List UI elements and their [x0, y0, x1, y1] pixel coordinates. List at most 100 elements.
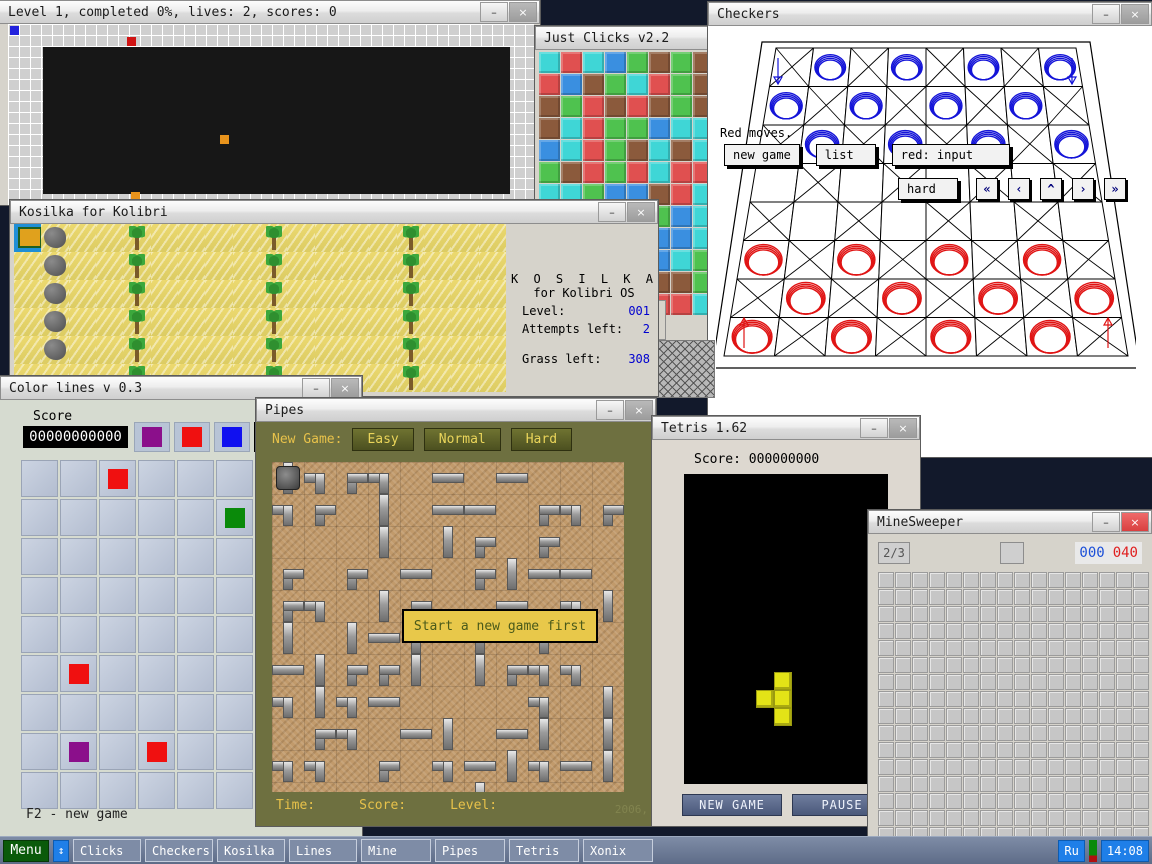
lines-cell[interactable]: [60, 694, 97, 731]
minesweeper-cell[interactable]: [1133, 776, 1149, 792]
minesweeper-cell[interactable]: [1048, 606, 1064, 622]
minesweeper-cell[interactable]: [1133, 742, 1149, 758]
minesweeper-cell[interactable]: [1133, 657, 1149, 673]
minesweeper-cell[interactable]: [895, 623, 911, 639]
tetris-titlebar[interactable]: Tetris 1.62 – ×: [652, 416, 920, 440]
clicks-cell[interactable]: [671, 118, 692, 139]
pipe-elbow[interactable]: [603, 505, 624, 515]
minesweeper-cell[interactable]: [980, 810, 996, 826]
checkers-window-buttons[interactable]: – ×: [1092, 4, 1149, 24]
minesweeper-cell[interactable]: [946, 606, 962, 622]
minesweeper-cell[interactable]: [878, 708, 894, 724]
minesweeper-cell[interactable]: [929, 657, 945, 673]
kosilka-tile[interactable]: [233, 308, 260, 336]
kosilka-tile[interactable]: [451, 308, 478, 336]
kosilka-tile[interactable]: [178, 308, 205, 336]
minesweeper-cell[interactable]: [1031, 572, 1047, 588]
kosilka-tree[interactable]: [260, 224, 287, 252]
lines-cell[interactable]: [99, 733, 136, 770]
minesweeper-cell[interactable]: [895, 691, 911, 707]
minesweeper-cell[interactable]: [912, 691, 928, 707]
minesweeper-cell[interactable]: [1014, 606, 1030, 622]
kosilka-tile[interactable]: [369, 308, 396, 336]
checkers-square[interactable]: [750, 164, 799, 203]
kosilka-tile[interactable]: [342, 336, 369, 364]
minesweeper-cell[interactable]: [1099, 691, 1115, 707]
minesweeper-cell[interactable]: [1031, 708, 1047, 724]
lines-cell[interactable]: [21, 655, 58, 692]
kosilka-tile[interactable]: [315, 336, 342, 364]
clicks-cell[interactable]: [605, 140, 626, 161]
minesweeper-cell[interactable]: [1082, 572, 1098, 588]
language-indicator[interactable]: Ru: [1058, 840, 1084, 862]
checkers-body[interactable]: Red moves. new game list red: input hard…: [708, 26, 1152, 457]
minesweeper-cell[interactable]: [1031, 810, 1047, 826]
minesweeper-cell[interactable]: [1014, 640, 1030, 656]
clicks-cell[interactable]: [649, 74, 670, 95]
pipe-elbow[interactable]: [507, 665, 528, 675]
checkers-square[interactable]: [970, 202, 1017, 241]
minesweeper-cell[interactable]: [1133, 589, 1149, 605]
minesweeper-cell[interactable]: [963, 708, 979, 724]
minesweeper-cell[interactable]: [946, 742, 962, 758]
pipe-elbow[interactable]: [539, 505, 560, 515]
pipe-vertical[interactable]: [411, 654, 421, 686]
clicks-cell[interactable]: [539, 52, 560, 73]
kosilka-tile[interactable]: [233, 224, 260, 252]
lines-cell[interactable]: [21, 733, 58, 770]
lines-cell[interactable]: [177, 577, 214, 614]
minesweeper-cell[interactable]: [1116, 708, 1132, 724]
clicks-cell[interactable]: [605, 96, 626, 117]
pipe-vertical[interactable]: [379, 526, 389, 558]
window-xonix[interactable]: Level 1, completed 0%, lives: 2, scores:…: [0, 0, 540, 205]
kosilka-tile[interactable]: [205, 336, 232, 364]
minesweeper-cell[interactable]: [895, 589, 911, 605]
kosilka-tile[interactable]: [479, 336, 506, 364]
minesweeper-cell[interactable]: [946, 572, 962, 588]
lines-cell[interactable]: [138, 460, 175, 497]
pipe-vertical[interactable]: [507, 750, 517, 782]
clicks-cell[interactable]: [583, 52, 604, 73]
kosilka-mower[interactable]: [14, 224, 41, 252]
lines-cell[interactable]: [21, 460, 58, 497]
minesweeper-cell[interactable]: [895, 657, 911, 673]
minesweeper-cell[interactable]: [997, 572, 1013, 588]
kosilka-tree[interactable]: [260, 252, 287, 280]
taskbar-item-tetris[interactable]: Tetris: [509, 839, 579, 862]
pipe-vertical[interactable]: [603, 590, 613, 622]
minesweeper-cell[interactable]: [963, 589, 979, 605]
kosilka-tile[interactable]: [424, 308, 451, 336]
taskbar-item-clicks[interactable]: Clicks: [73, 839, 141, 862]
minesweeper-cell[interactable]: [1048, 674, 1064, 690]
minesweeper-cell[interactable]: [1116, 640, 1132, 656]
pipe-vertical[interactable]: [475, 654, 485, 686]
minesweeper-cell[interactable]: [1116, 623, 1132, 639]
pipes-hard-button[interactable]: Hard: [511, 428, 572, 451]
minesweeper-cell[interactable]: [946, 623, 962, 639]
lines-cell[interactable]: [99, 616, 136, 653]
minesweeper-cell[interactable]: [1082, 623, 1098, 639]
pipe-elbow[interactable]: [347, 569, 368, 579]
pipe-vertical[interactable]: [379, 494, 389, 526]
minesweeper-cell[interactable]: [1116, 725, 1132, 741]
pipe-vertical[interactable]: [539, 718, 549, 750]
kosilka-tile[interactable]: [151, 280, 178, 308]
kosilka-tile[interactable]: [315, 308, 342, 336]
kosilka-tile[interactable]: [205, 252, 232, 280]
kosilka-tree[interactable]: [397, 252, 424, 280]
minesweeper-cell[interactable]: [1133, 572, 1149, 588]
minesweeper-cell[interactable]: [946, 708, 962, 724]
minesweeper-cell[interactable]: [1065, 589, 1081, 605]
pipe-elbow[interactable]: [379, 761, 400, 771]
minesweeper-cell[interactable]: [1133, 674, 1149, 690]
clicks-cell[interactable]: [561, 52, 582, 73]
taskbar-item-lines[interactable]: Lines: [289, 839, 357, 862]
checkers-square[interactable]: [880, 202, 926, 241]
lines-cell[interactable]: [60, 616, 97, 653]
smiley-face-icon[interactable]: [1000, 542, 1024, 564]
minesweeper-cell[interactable]: [878, 691, 894, 707]
window-pipes[interactable]: Pipes – × New Game: Easy Normal Hard Sta…: [256, 398, 656, 826]
minesweeper-cell[interactable]: [997, 691, 1013, 707]
clicks-cell[interactable]: [671, 294, 692, 315]
lines-cell[interactable]: [138, 616, 175, 653]
